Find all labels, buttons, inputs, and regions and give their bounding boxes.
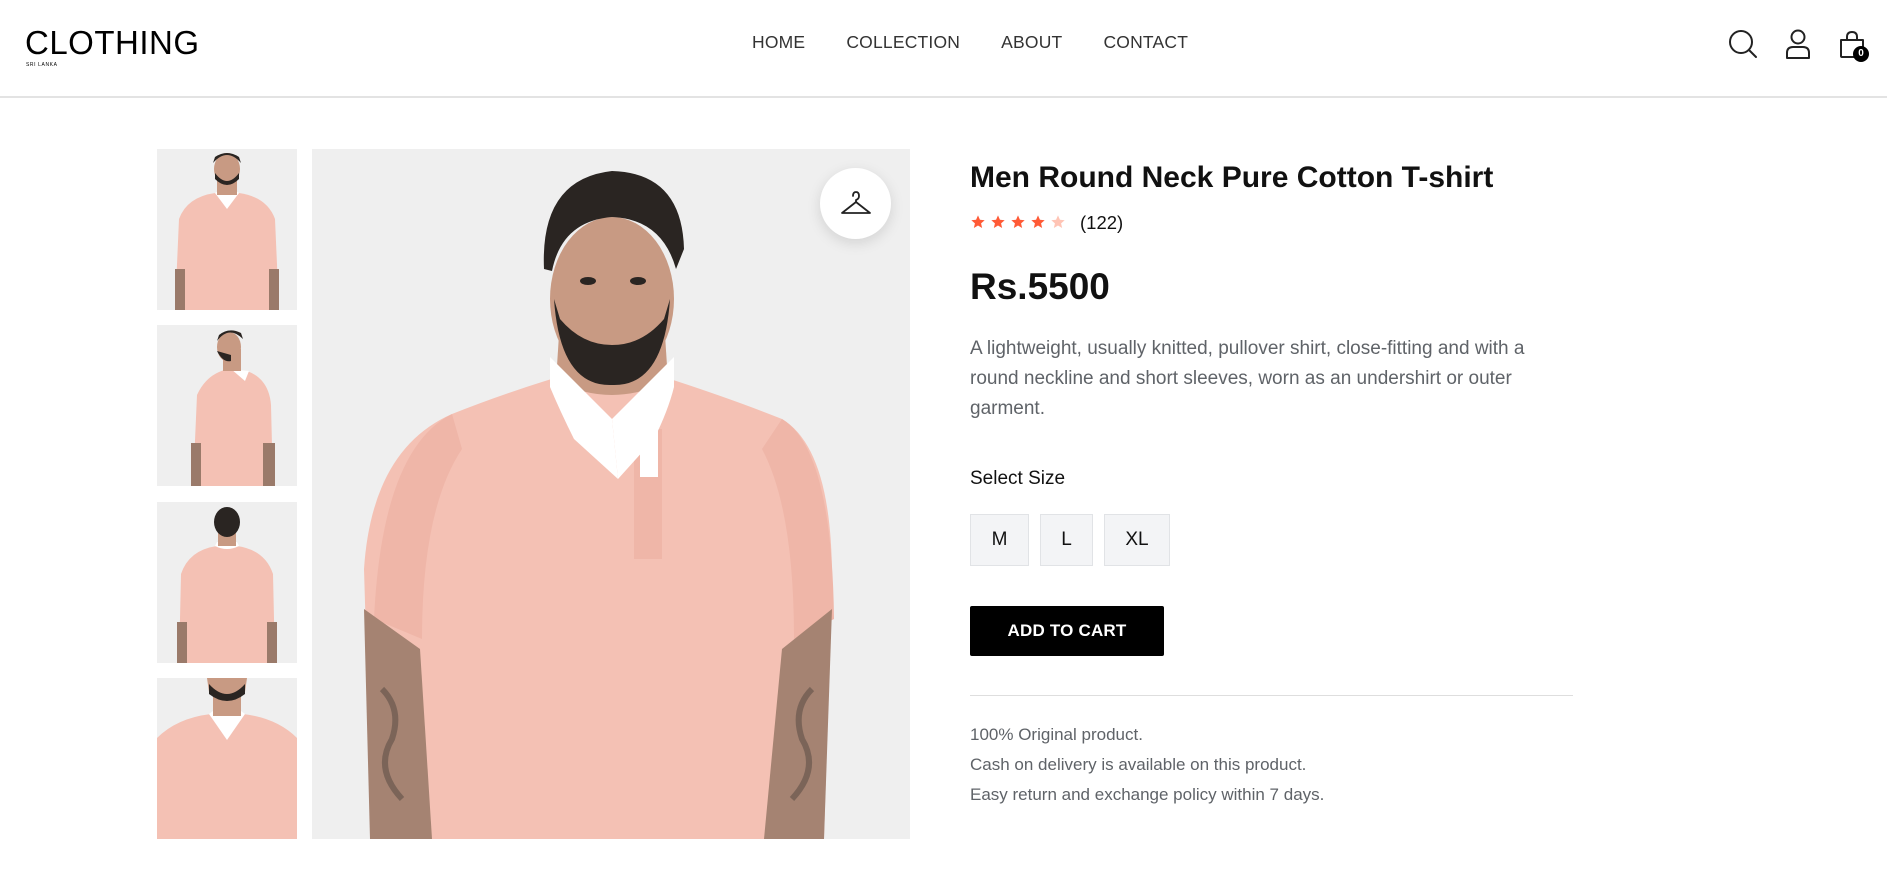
star-icon [991,215,1005,228]
star-icon [1011,215,1025,228]
size-option-xl[interactable]: XL [1104,514,1170,566]
policy-original: 100% Original product. [970,725,1143,744]
user-icon[interactable] [1782,28,1814,60]
product-description: A lightweight, usually knitted, pullover… [970,338,1525,419]
main-nav: HOME COLLECTION ABOUT CONTACT [752,30,1188,54]
main-product-image [312,149,910,839]
product-policies: 100% Original product. Cash on delivery … [970,720,1324,810]
divider [970,695,1573,696]
product-price: Rs.5500 [970,266,1110,307]
thumbnail-side[interactable] [157,325,297,486]
logo-text: CLOTHING [25,24,200,61]
nav-home[interactable]: HOME [752,30,805,54]
cart-count-badge: 0 [1853,46,1869,62]
hanger-icon [840,190,871,214]
logo-subtitle: SRI LANKA [26,62,58,68]
try-on-button[interactable] [820,168,891,239]
search-icon[interactable] [1727,28,1759,60]
size-option-m[interactable]: M [970,514,1029,566]
policy-returns: Easy return and exchange policy within 7… [970,785,1325,804]
star-icon [971,215,985,228]
policy-cod: Cash on delivery is available on this pr… [970,755,1307,774]
site-logo[interactable]: CLOTHING SRI LANKA [25,24,200,70]
select-size-label: Select Size [970,468,1066,489]
thumbnail-front[interactable] [157,149,297,310]
review-count[interactable]: (122) [1080,211,1123,235]
size-options: M L XL [970,514,1170,566]
star-icon [1031,215,1045,228]
size-option-l[interactable]: L [1040,514,1093,566]
nav-collection[interactable]: COLLECTION [846,30,960,54]
thumbnail-back[interactable] [157,502,297,663]
nav-contact[interactable]: CONTACT [1103,30,1188,54]
add-to-cart-button[interactable]: ADD TO CART [970,606,1164,656]
site-header: CLOTHING SRI LANKA HOME COLLECTION ABOUT… [0,0,1887,98]
star-empty-icon [1051,215,1065,228]
product-title: Men Round Neck Pure Cotton T-shirt [970,161,1494,194]
rating-stars [970,214,1066,230]
nav-about[interactable]: ABOUT [1001,30,1062,54]
thumbnail-closeup[interactable] [157,678,297,839]
